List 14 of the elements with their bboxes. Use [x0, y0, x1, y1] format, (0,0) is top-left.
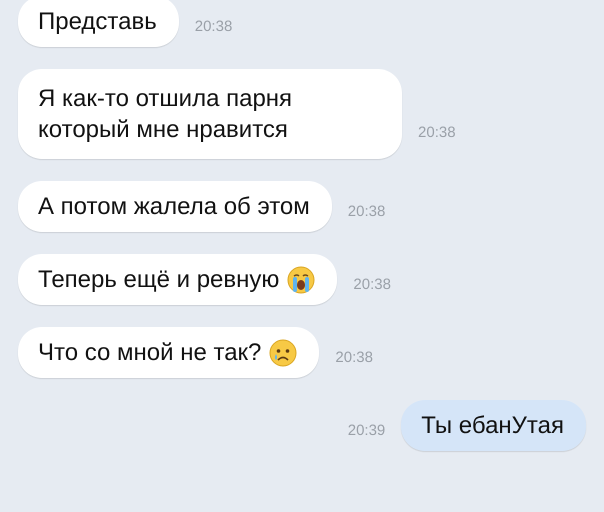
message-text: Ты ебанУтая [421, 411, 564, 441]
sobbing-face-icon [287, 266, 316, 294]
message-time: 20:38 [418, 124, 456, 141]
message-time: 20:39 [348, 422, 386, 439]
message-time: 20:38 [194, 18, 232, 35]
message-text: А потом жалела об этом [38, 192, 310, 222]
message-time: 20:38 [353, 276, 391, 293]
crying-face-icon [269, 338, 298, 366]
message-text: Представь [38, 7, 157, 37]
message-text: Я как-то отшила парня который мне нравится [38, 84, 292, 145]
message-time: 20:38 [335, 349, 373, 366]
message-time: 20:38 [348, 203, 386, 220]
message-text: Что со мной не так? [38, 338, 262, 368]
message-text: Теперь ещё и ревную [38, 265, 280, 295]
